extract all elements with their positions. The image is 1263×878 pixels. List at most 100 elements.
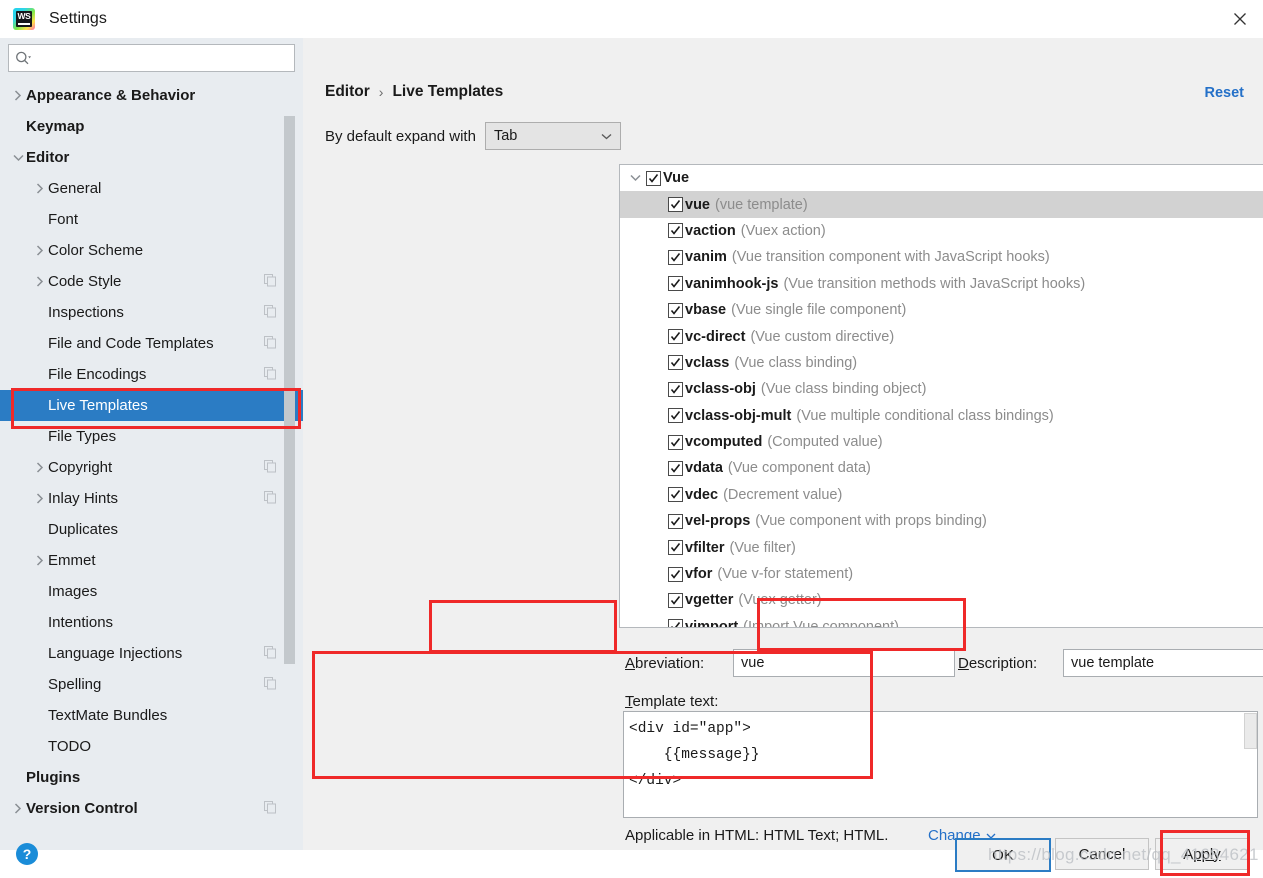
sidebar-item-file-and-code-templates[interactable]: File and Code Templates (0, 328, 303, 359)
help-button[interactable]: ? (16, 843, 38, 865)
template-checkbox[interactable] (668, 329, 683, 345)
sidebar-item-appearance-behavior[interactable]: Appearance & Behavior (0, 80, 303, 111)
template-checkbox[interactable] (668, 355, 683, 371)
template-row[interactable]: vclass-obj-mult (Vue multiple conditional… (620, 403, 1263, 429)
sidebar-item-inspections[interactable]: Inspections (0, 297, 303, 328)
template-checkbox[interactable] (668, 408, 683, 424)
chevron-right-icon[interactable] (32, 183, 48, 194)
sidebar-item-file-encodings[interactable]: File Encodings (0, 359, 303, 390)
live-templates-list[interactable]: Vue vue (vue template) vaction (Vuex action)… (619, 164, 1263, 628)
template-name: vclass (685, 354, 730, 371)
template-checkbox[interactable] (668, 619, 683, 627)
template-row[interactable]: vfor (Vue v-for statement) (620, 561, 1263, 587)
chevron-right-icon[interactable] (10, 803, 26, 814)
sidebar-scrollbar-thumb[interactable] (284, 116, 295, 664)
description-field[interactable] (1063, 649, 1263, 677)
chevron-right-icon[interactable] (32, 245, 48, 256)
sidebar-item-spelling[interactable]: Spelling (0, 669, 303, 700)
sidebar-item-duplicates[interactable]: Duplicates (0, 514, 303, 545)
search-input[interactable] (32, 49, 288, 67)
template-checkbox[interactable] (668, 302, 683, 318)
template-group-checkbox[interactable] (646, 170, 661, 186)
sidebar-item-general[interactable]: General (0, 173, 303, 204)
sidebar-item-editor[interactable]: Editor (0, 142, 303, 173)
default-expand-select[interactable]: Tab (484, 122, 621, 150)
template-row[interactable]: vclass (Vue class binding) (620, 350, 1263, 376)
chevron-right-icon[interactable] (32, 555, 48, 566)
template-row[interactable]: vel-props (Vue component with props bindi… (620, 508, 1263, 534)
sidebar-item-file-types[interactable]: File Types (0, 421, 303, 452)
copy-settings-icon (263, 304, 277, 322)
template-checkbox[interactable] (668, 276, 683, 292)
chevron-right-icon[interactable] (10, 90, 26, 101)
webstorm-logo-icon: WS (13, 8, 35, 30)
sidebar-item-font[interactable]: Font (0, 204, 303, 235)
sidebar-item-copyright[interactable]: Copyright (0, 452, 303, 483)
template-checkbox[interactable] (668, 487, 683, 503)
description-input[interactable] (1069, 654, 1263, 672)
sidebar-item-inlay-hints[interactable]: Inlay Hints (0, 483, 303, 514)
sidebar-item-language-injections[interactable]: Language Injections (0, 638, 303, 669)
sidebar-item-label: Appearance & Behavior (26, 87, 196, 104)
default-expand-value: Tab (493, 128, 518, 144)
template-row[interactable]: vbase (Vue single file component) (620, 297, 1263, 323)
reset-link[interactable]: Reset (1205, 85, 1245, 101)
sidebar-item-code-style[interactable]: Code Style (0, 266, 303, 297)
sidebar-item-plugins[interactable]: Plugins (0, 762, 303, 793)
chevron-down-icon[interactable] (10, 154, 26, 162)
template-row[interactable]: vdec (Decrement value) (620, 482, 1263, 508)
default-expand-label: By default expand with (325, 127, 476, 145)
template-row[interactable]: vdata (Vue component data) (620, 455, 1263, 481)
breadcrumb-parent[interactable]: Editor (325, 83, 370, 101)
sidebar-item-color-scheme[interactable]: Color Scheme (0, 235, 303, 266)
sidebar-item-emmet[interactable]: Emmet (0, 545, 303, 576)
template-description: (Computed value) (767, 434, 883, 451)
settings-tree[interactable]: Appearance & Behavior Keymap Editor General… (0, 76, 303, 850)
template-checkbox[interactable] (668, 566, 683, 582)
template-group-row[interactable]: Vue (620, 165, 1263, 191)
template-row[interactable]: vgetter (Vuex getter) (620, 587, 1263, 613)
abbreviation-field[interactable] (733, 649, 955, 677)
template-checkbox[interactable] (668, 513, 683, 529)
chevron-right-icon[interactable] (32, 462, 48, 473)
template-checkbox[interactable] (668, 434, 683, 450)
chevron-right-icon[interactable] (32, 493, 48, 504)
template-checkbox[interactable] (668, 592, 683, 608)
template-row[interactable]: vue (vue template) (620, 191, 1263, 218)
template-row[interactable]: vimport (Import Vue component) (620, 614, 1263, 627)
template-row[interactable]: vanimhook-js (Vue transition methods with… (620, 271, 1263, 297)
abbreviation-input[interactable] (739, 654, 949, 672)
template-row[interactable]: vaction (Vuex action) (620, 218, 1263, 244)
template-row[interactable]: vclass-obj (Vue class binding object) (620, 376, 1263, 402)
window-title: Settings (49, 10, 107, 27)
template-row[interactable]: vfilter (Vue filter) (620, 534, 1263, 560)
sidebar-item-live-templates[interactable]: Live Templates (0, 390, 303, 421)
close-icon[interactable] (1217, 0, 1263, 38)
template-row[interactable]: vcomputed (Computed value) (620, 429, 1263, 455)
template-checkbox[interactable] (668, 223, 683, 239)
template-text-box[interactable]: <div id="app"> {{message}} </div> (623, 711, 1258, 818)
search-box[interactable] (8, 44, 295, 72)
sidebar-item-textmate-bundles[interactable]: TextMate Bundles (0, 700, 303, 731)
template-text-content[interactable]: <div id="app"> {{message}} </div> (624, 712, 1257, 794)
sidebar-item-version-control[interactable]: Version Control (0, 793, 303, 824)
sidebar-item-intentions[interactable]: Intentions (0, 607, 303, 638)
template-checkbox[interactable] (668, 460, 683, 476)
sidebar-item-keymap[interactable]: Keymap (0, 111, 303, 142)
template-text-scrollbar[interactable] (1243, 713, 1257, 816)
template-checkbox[interactable] (668, 197, 683, 213)
chevron-down-icon[interactable] (626, 174, 644, 182)
template-name: vbase (685, 302, 727, 319)
sidebar-item-todo[interactable]: TODO (0, 731, 303, 762)
sidebar-item-label: Font (48, 211, 79, 228)
description-label: Description: (958, 655, 1037, 672)
template-row[interactable]: vc-direct (Vue custom directive) (620, 323, 1263, 349)
sidebar-item-label: Version Control (26, 800, 138, 817)
sidebar-item-images[interactable]: Images (0, 576, 303, 607)
chevron-right-icon[interactable] (32, 276, 48, 287)
template-checkbox[interactable] (668, 381, 683, 397)
template-text-scrollbar-thumb[interactable] (1244, 713, 1257, 749)
template-checkbox[interactable] (668, 540, 683, 556)
template-row[interactable]: vanim (Vue transition component with Java… (620, 244, 1263, 270)
template-checkbox[interactable] (668, 249, 683, 265)
